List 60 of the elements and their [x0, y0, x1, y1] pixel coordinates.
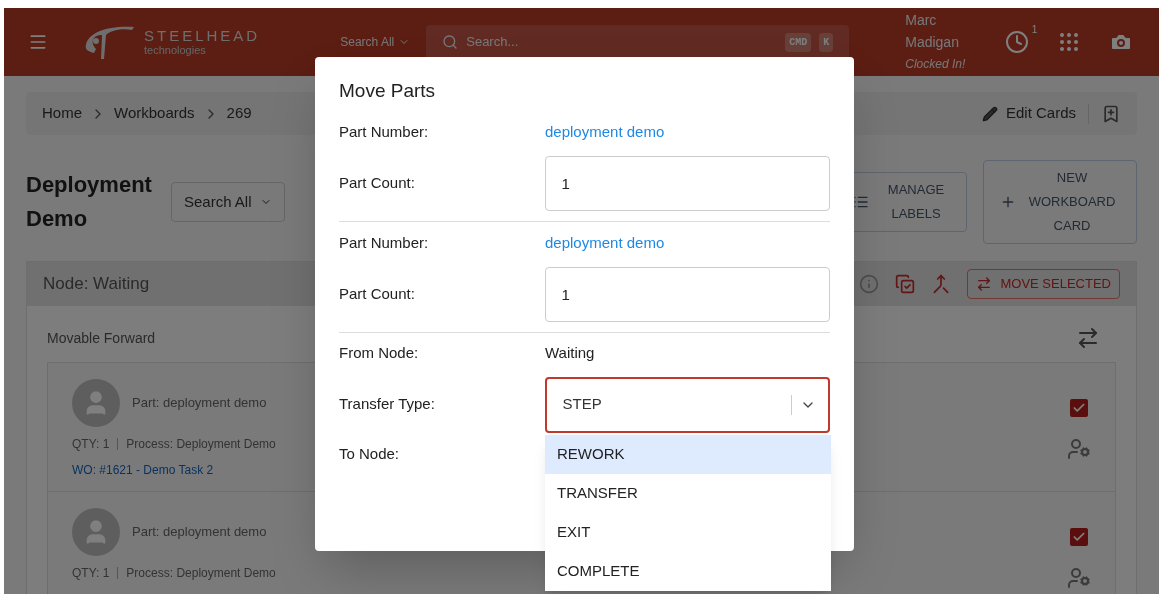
- logo-name: STEELHEAD: [144, 28, 261, 43]
- bookmark-add-icon[interactable]: [1101, 103, 1121, 124]
- user-settings-icon[interactable]: [1067, 437, 1091, 461]
- from-node-value: Waiting: [545, 343, 595, 364]
- avatar-icon: [72, 508, 120, 556]
- part-label: Part: deployment demo: [132, 523, 267, 542]
- page-title: Deployment Demo: [26, 171, 153, 233]
- field-label: To Node:: [339, 443, 401, 464]
- dropdown-option[interactable]: TRANSFER: [545, 474, 831, 513]
- node-title: Node: Waiting: [43, 273, 150, 296]
- search-icon: [442, 34, 459, 50]
- logo-tagline: technologies: [144, 45, 207, 56]
- field-label: Part Number:: [339, 233, 430, 254]
- edit-cards-button[interactable]: Edit Cards: [981, 102, 1076, 125]
- info-icon[interactable]: [859, 274, 880, 294]
- notification-count: 1: [1031, 23, 1038, 37]
- search-input[interactable]: Search...: [466, 32, 778, 52]
- part-number-link[interactable]: deployment demo: [545, 121, 665, 144]
- clock-icon[interactable]: [1005, 30, 1030, 54]
- dropdown-option[interactable]: COMPLETE: [545, 552, 831, 591]
- part-count-input[interactable]: 1: [544, 266, 830, 322]
- part-number-link[interactable]: deployment demo: [545, 232, 665, 255]
- dialog-title: Move Parts: [339, 79, 437, 103]
- search-scope-dropdown[interactable]: Search All: [171, 182, 285, 222]
- move-selected-button[interactable]: MOVE SELECTED: [967, 269, 1120, 299]
- menu-icon[interactable]: [28, 32, 48, 52]
- clock-status: Clocked In!: [905, 56, 967, 73]
- process-label: Process: Deployment Demo: [126, 565, 276, 582]
- dropdown-option[interactable]: REWORK: [545, 435, 831, 474]
- new-card-button[interactable]: NEW WORKBOARD CARD: [983, 160, 1137, 244]
- user-name[interactable]: Marc Madigan: [905, 9, 986, 53]
- field-label: Part Count:: [339, 283, 416, 304]
- field-label: Part Number:: [339, 122, 430, 143]
- field-label: From Node:: [339, 343, 420, 364]
- avatar-icon: [72, 379, 120, 427]
- part-count-input[interactable]: 1: [544, 155, 830, 211]
- swap-icon[interactable]: [1076, 326, 1100, 350]
- breadcrumb-link[interactable]: Home: [42, 102, 82, 125]
- section-heading: Movable Forward: [47, 328, 156, 348]
- qty-label: QTY: 1: [72, 565, 110, 582]
- search-scope-dropdown[interactable]: Search All: [340, 33, 411, 51]
- select-all-icon[interactable]: [895, 274, 916, 294]
- list-icon: [853, 194, 869, 210]
- breadcrumb-link[interactable]: Workboards: [114, 102, 195, 125]
- field-label: Part Count:: [339, 172, 416, 193]
- transfer-type-select[interactable]: STEP: [544, 376, 830, 433]
- plus-icon: [1000, 194, 1016, 210]
- user-settings-icon[interactable]: [1067, 566, 1091, 590]
- pencil-icon: [981, 105, 998, 122]
- dropdown-option[interactable]: EXIT: [545, 513, 831, 552]
- card-checkbox[interactable]: [1070, 528, 1088, 546]
- part-label: Part: deployment demo: [132, 394, 267, 413]
- check-icon: [1072, 530, 1086, 544]
- swap-icon: [976, 276, 993, 292]
- breadcrumb-link[interactable]: 269: [226, 102, 252, 125]
- card-checkbox[interactable]: [1070, 399, 1088, 417]
- process-label: Process: Deployment Demo: [126, 436, 276, 453]
- field-label: Transfer Type:: [339, 394, 436, 415]
- check-icon: [1072, 401, 1086, 415]
- qty-label: QTY: 1: [72, 436, 110, 453]
